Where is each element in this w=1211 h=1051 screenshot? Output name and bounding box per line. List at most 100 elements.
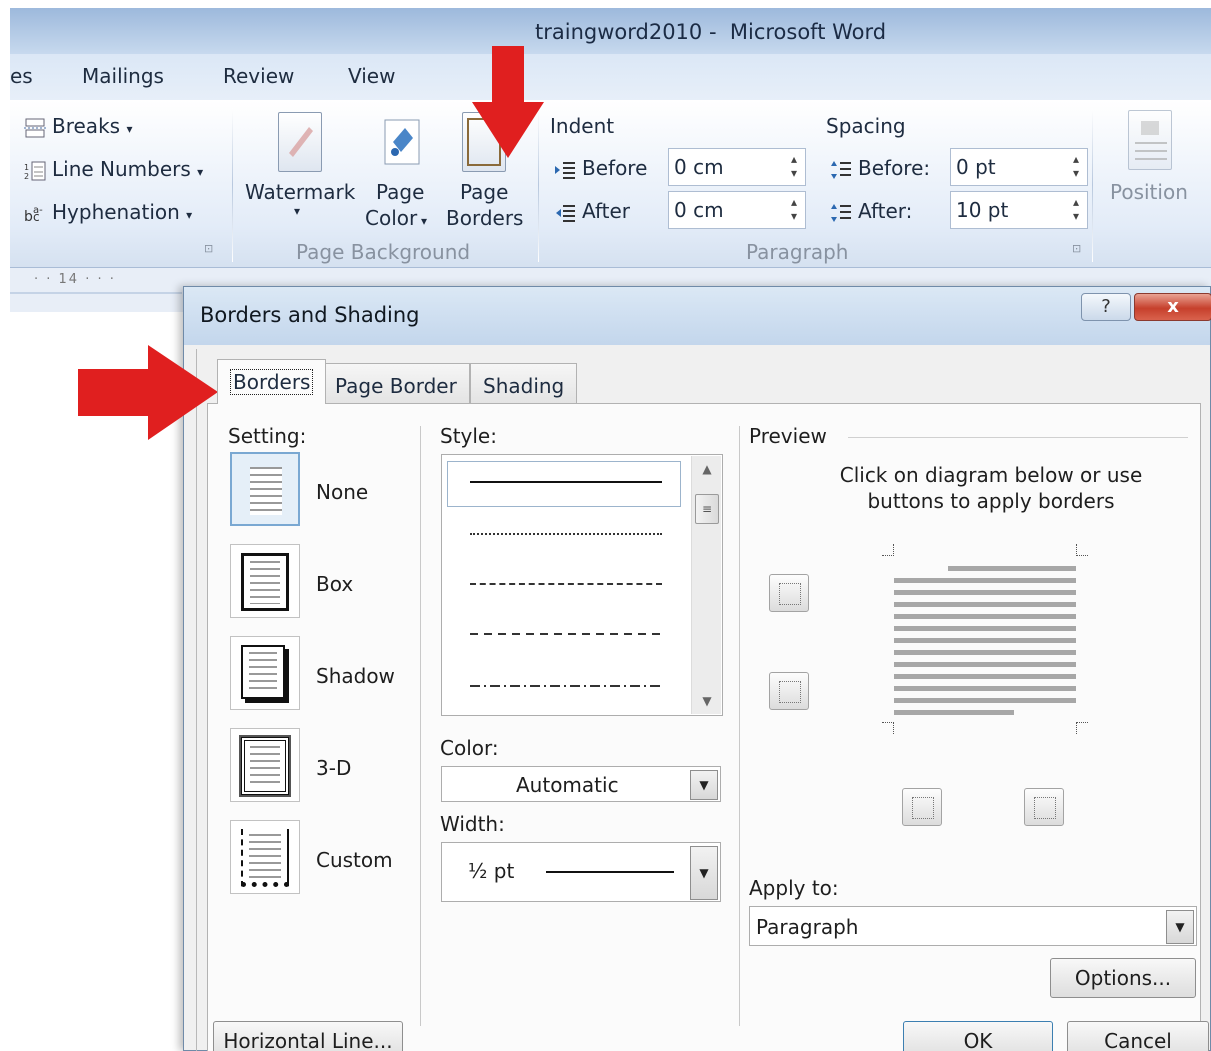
setting-custom-label[interactable]: Custom <box>316 848 393 872</box>
preview-text-line <box>894 650 1076 655</box>
style-scrollbar[interactable]: ▲ ≡ ▼ <box>691 456 721 714</box>
style-dotted[interactable] <box>470 533 662 535</box>
width-value: ½ pt <box>468 859 515 883</box>
help-button[interactable]: ? <box>1081 293 1131 321</box>
chevron-down-icon[interactable]: ▼ <box>690 846 718 900</box>
scroll-down-icon[interactable]: ▼ <box>692 694 722 708</box>
spinner-arrows-icon[interactable]: ▴ ▾ <box>791 195 797 223</box>
setting-3d-label[interactable]: 3-D <box>316 756 351 780</box>
group-separator <box>232 108 233 262</box>
style-list[interactable]: ▲ ≡ ▼ <box>441 454 723 716</box>
setting-box-button[interactable] <box>230 544 300 618</box>
tab-references[interactable]: es <box>10 64 33 88</box>
svg-text:1: 1 <box>24 163 29 172</box>
indent-right-input[interactable]: 0 cm ▴ ▾ <box>668 191 806 229</box>
spinner-arrows-icon[interactable]: ▴ ▾ <box>1073 195 1079 223</box>
tab-page-border[interactable]: Page Border <box>322 363 470 403</box>
setting-custom-button[interactable] <box>230 820 300 894</box>
ruler-marker: 14 <box>58 272 80 287</box>
preview-hint-line-1: Click on diagram below or use <box>839 463 1143 487</box>
style-dashed-small[interactable] <box>470 583 662 585</box>
svg-text:2: 2 <box>24 172 29 181</box>
paragraph-launcher-icon[interactable]: ⊡ <box>1072 242 1081 255</box>
left-border-button[interactable] <box>902 788 942 826</box>
chevron-down-icon[interactable]: ▼ <box>690 770 718 800</box>
line-numbers-label: Line Numbers <box>52 157 191 181</box>
style-dashed-large[interactable] <box>470 633 662 635</box>
tab-view[interactable]: View <box>348 64 395 88</box>
ruler-edge <box>10 292 182 294</box>
tab-mailings[interactable]: Mailings <box>82 64 164 88</box>
page-color-icon <box>381 112 425 172</box>
bottom-border-button[interactable] <box>769 672 809 710</box>
close-button[interactable]: x <box>1134 293 1211 321</box>
style-solid[interactable] <box>470 481 662 483</box>
setting-none-button[interactable] <box>230 452 300 526</box>
color-label: Color: <box>440 736 499 760</box>
preview-hint: Click on diagram below or use buttons to… <box>826 462 1156 514</box>
paragraph-group-label: Paragraph <box>746 240 849 264</box>
spacing-after-value: 10 pt <box>956 198 1009 222</box>
cancel-button[interactable]: Cancel <box>1067 1021 1209 1051</box>
scroll-thumb[interactable]: ≡ <box>695 494 719 524</box>
width-dropdown[interactable]: ½ pt ▼ <box>441 842 721 902</box>
page-setup-launcher-icon[interactable]: ⊡ <box>204 242 213 255</box>
setting-shadow-label[interactable]: Shadow <box>316 664 395 688</box>
setting-box-label[interactable]: Box <box>316 572 353 596</box>
tab-review[interactable]: Review <box>223 64 294 88</box>
page-color-button[interactable]: Color ▾ <box>365 206 427 230</box>
preview-text-line <box>894 674 1076 679</box>
custom-preview-icon <box>241 829 289 887</box>
color-dropdown[interactable]: Automatic ▼ <box>441 766 721 802</box>
spinner-arrows-icon[interactable]: ▴ ▾ <box>791 152 797 180</box>
page-borders-label-1[interactable]: Page <box>460 180 508 204</box>
page-color-label-1[interactable]: Page <box>376 180 424 204</box>
spacing-after-input[interactable]: 10 pt ▴ ▾ <box>950 191 1088 229</box>
style-dash-dot[interactable] <box>470 685 662 687</box>
scroll-up-icon[interactable]: ▲ <box>692 462 722 476</box>
tab-borders[interactable]: Borders <box>217 359 327 404</box>
indent-left-input[interactable]: 0 cm ▴ ▾ <box>668 148 806 186</box>
column-divider <box>739 426 740 1026</box>
options-button[interactable]: Options... <box>1050 958 1196 998</box>
ribbon: Breaks ▾ 12 Line Numbers ▾ b c a- Hyphenat… <box>10 100 1211 268</box>
chevron-down-icon[interactable]: ▼ <box>1166 910 1194 944</box>
dialog-title: Borders and Shading <box>200 303 420 327</box>
preview-text-line <box>894 626 1076 631</box>
breaks-button[interactable]: Breaks ▾ <box>24 114 132 138</box>
apply-to-value: Paragraph <box>756 915 859 939</box>
svg-text:a-: a- <box>33 205 43 216</box>
ok-button[interactable]: OK <box>903 1021 1053 1051</box>
setting-none-label[interactable]: None <box>316 480 368 504</box>
spacing-before-input[interactable]: 0 pt ▴ ▾ <box>950 148 1088 186</box>
spinner-arrows-icon[interactable]: ▴ ▾ <box>1073 152 1079 180</box>
tab-borders-label: Borders <box>230 369 314 395</box>
indent-left-value: 0 cm <box>674 155 724 179</box>
setting-3d-button[interactable] <box>230 728 300 802</box>
indent-before-label: Before <box>582 156 648 180</box>
top-border-button[interactable] <box>769 574 809 612</box>
watermark-button[interactable]: Watermark <box>245 180 355 204</box>
preview-corner <box>1076 544 1088 556</box>
line-numbers-button[interactable]: 12 Line Numbers ▾ <box>24 157 203 181</box>
red-arrow-right-icon <box>78 345 218 440</box>
indent-header: Indent <box>550 114 615 138</box>
style-option-selected[interactable] <box>447 461 681 507</box>
none-preview-icon <box>242 462 290 520</box>
preview-text-line <box>948 566 1076 571</box>
right-border-button[interactable] <box>1024 788 1064 826</box>
indent-left-label: Before <box>554 156 647 180</box>
apply-to-dropdown[interactable]: Paragraph ▼ <box>749 906 1197 946</box>
tab-shading[interactable]: Shading <box>470 363 578 403</box>
line-numbers-icon: 12 <box>24 161 46 181</box>
setting-shadow-button[interactable] <box>230 636 300 710</box>
position-button[interactable]: Position <box>1110 180 1188 204</box>
preview-diagram[interactable] <box>860 544 1096 744</box>
horizontal-line-button[interactable]: Horizontal Line... <box>213 1021 403 1051</box>
watermark-dropdown-icon[interactable]: ▾ <box>294 204 300 218</box>
hyphenation-button[interactable]: b c a- Hyphenation ▾ <box>24 200 192 225</box>
breaks-label: Breaks <box>52 114 121 138</box>
svg-text:b: b <box>24 209 33 224</box>
spacing-before-label: Before: <box>830 156 930 180</box>
page-borders-button[interactable]: Borders <box>446 206 523 230</box>
